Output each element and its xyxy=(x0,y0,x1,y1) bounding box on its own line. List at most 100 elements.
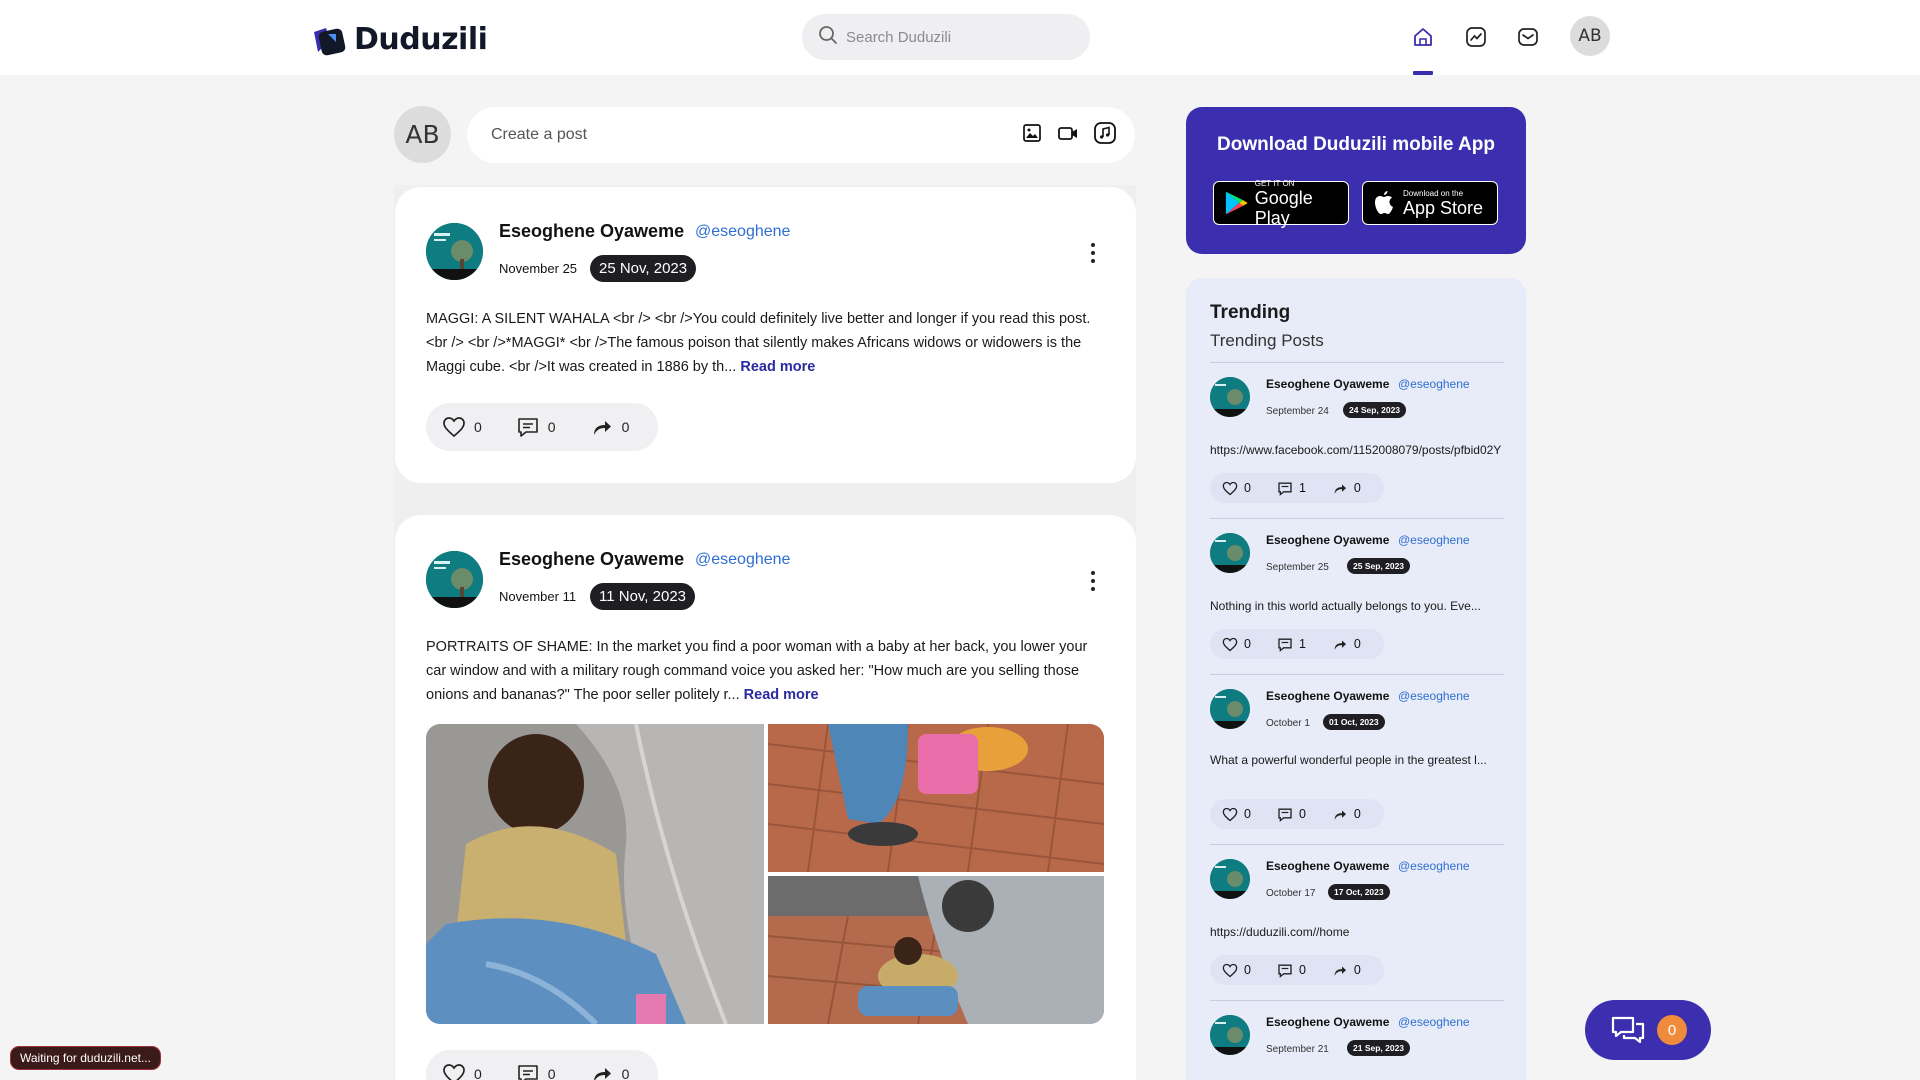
like-count: 0 xyxy=(1244,807,1251,821)
trending-post[interactable]: Eseoghene Oyaweme @eseoghene September 2… xyxy=(1210,1000,1504,1080)
author-name[interactable]: Eseoghene Oyaweme xyxy=(1266,533,1389,547)
author-avatar[interactable] xyxy=(426,223,483,280)
home-nav-icon[interactable] xyxy=(1410,24,1436,50)
date-badge: 25 Nov, 2023 xyxy=(590,255,697,282)
create-post-box[interactable]: Create a post xyxy=(467,107,1135,163)
like-count: 0 xyxy=(1244,963,1251,977)
author-name[interactable]: Eseoghene Oyaweme xyxy=(1266,859,1389,873)
author-name[interactable]: Eseoghene Oyaweme xyxy=(499,221,684,242)
comment-icon xyxy=(1278,808,1292,822)
chat-button[interactable]: 0 xyxy=(1585,1000,1711,1060)
create-post-placeholder[interactable]: Create a post xyxy=(491,126,1021,144)
comment-button[interactable]: 1 xyxy=(1277,481,1306,496)
post-menu-icon[interactable] xyxy=(1088,241,1098,265)
post-actions: 0 0 0 xyxy=(426,1050,658,1080)
like-button[interactable]: 0 xyxy=(1222,637,1251,652)
comment-button[interactable]: 0 xyxy=(516,1063,556,1080)
download-app-card: Download Duduzili mobile App GET IT ON G… xyxy=(1186,107,1526,254)
share-button[interactable]: 0 xyxy=(590,416,629,438)
google-play-button[interactable]: GET IT ON Google Play xyxy=(1213,179,1349,228)
author-handle[interactable]: @eseoghene xyxy=(1398,689,1470,703)
trending-post[interactable]: Eseoghene Oyaweme @eseoghene October 1 0… xyxy=(1210,674,1504,844)
read-more-link[interactable]: Read more xyxy=(744,687,819,703)
trending-title: Trending xyxy=(1210,302,1291,323)
post-image[interactable] xyxy=(426,724,764,1024)
post-actions: 0 1 0 xyxy=(1210,473,1384,503)
like-button[interactable]: 0 xyxy=(442,1063,482,1080)
active-nav-indicator xyxy=(1413,71,1433,75)
share-arrow-icon xyxy=(593,1068,611,1080)
comment-button[interactable]: 0 xyxy=(1277,807,1306,822)
messages-nav-icon[interactable] xyxy=(1515,24,1541,50)
post-image[interactable] xyxy=(767,724,1104,873)
logo-mark-icon xyxy=(312,24,348,56)
author-name[interactable]: Eseoghene Oyaweme xyxy=(1266,377,1389,391)
post-date: November 11 xyxy=(499,589,577,604)
like-count: 0 xyxy=(474,419,482,435)
share-button[interactable]: 0 xyxy=(590,1063,629,1080)
author-avatar[interactable] xyxy=(1210,859,1250,899)
post-image[interactable] xyxy=(767,876,1104,1024)
app-store-button[interactable]: Download on the App Store xyxy=(1362,181,1498,225)
trending-post-text: https://www.facebook.com/1152008079/post… xyxy=(1210,443,1502,457)
read-more-link[interactable]: Read more xyxy=(740,359,815,375)
post-actions: 0 0 0 xyxy=(426,403,658,451)
comment-button[interactable]: 0 xyxy=(516,416,556,438)
author-avatar[interactable] xyxy=(1210,1015,1250,1055)
image-upload-icon[interactable] xyxy=(1021,122,1043,149)
like-button[interactable]: 0 xyxy=(1222,963,1251,978)
author-handle[interactable]: @eseoghene xyxy=(1398,859,1470,873)
share-arrow-icon xyxy=(1334,640,1346,650)
author-handle[interactable]: @eseoghene xyxy=(695,223,790,241)
share-button[interactable]: 0 xyxy=(1332,637,1361,652)
like-button[interactable]: 0 xyxy=(1222,807,1251,822)
post-image-gallery[interactable] xyxy=(426,724,1104,1024)
comment-button[interactable]: 0 xyxy=(1277,963,1306,978)
video-upload-icon[interactable] xyxy=(1057,122,1079,149)
author-handle[interactable]: @eseoghene xyxy=(1398,533,1470,547)
search-bar[interactable] xyxy=(802,14,1090,60)
post-date: November 25 xyxy=(499,261,578,276)
share-arrow-icon xyxy=(593,421,611,435)
author-avatar[interactable] xyxy=(1210,689,1250,729)
user-avatar[interactable]: AB xyxy=(1570,16,1610,56)
unread-count-badge: 0 xyxy=(1657,1015,1687,1045)
author-name[interactable]: Eseoghene Oyaweme xyxy=(1266,689,1389,703)
date-badge: 11 Nov, 2023 xyxy=(590,583,696,610)
author-handle[interactable]: @eseoghene xyxy=(1398,1015,1470,1029)
chat-bubbles-icon xyxy=(1611,1016,1645,1044)
audio-upload-icon[interactable] xyxy=(1093,121,1117,150)
comment-icon xyxy=(517,1065,538,1080)
share-arrow-icon xyxy=(1334,810,1346,820)
author-avatar[interactable] xyxy=(426,551,483,608)
author-name[interactable]: Eseoghene Oyaweme xyxy=(499,549,684,570)
author-avatar[interactable] xyxy=(1210,377,1250,417)
share-button[interactable]: 0 xyxy=(1332,481,1361,496)
top-header: Duduzili AB xyxy=(0,0,1920,75)
share-button[interactable]: 0 xyxy=(1332,963,1361,978)
trending-subtitle: Trending Posts xyxy=(1210,331,1324,350)
search-input[interactable] xyxy=(846,28,1066,46)
trending-post[interactable]: Eseoghene Oyaweme @eseoghene September 2… xyxy=(1210,362,1504,518)
author-handle[interactable]: @eseoghene xyxy=(1398,377,1470,391)
browser-status-bar: Waiting for duduzili.net... xyxy=(10,1046,161,1070)
share-button[interactable]: 0 xyxy=(1332,807,1361,822)
feed-post: Eseoghene Oyaweme @eseoghene November 25… xyxy=(395,187,1136,483)
trending-nav-icon[interactable] xyxy=(1463,24,1489,50)
date-badge: 24 Sep, 2023 xyxy=(1343,402,1407,418)
author-name[interactable]: Eseoghene Oyaweme xyxy=(1266,1015,1389,1029)
like-count: 0 xyxy=(1244,637,1251,651)
author-handle[interactable]: @eseoghene xyxy=(695,551,790,569)
like-button[interactable]: 0 xyxy=(1222,481,1251,496)
like-button[interactable]: 0 xyxy=(442,416,482,438)
trending-post[interactable]: Eseoghene Oyaweme @eseoghene September 2… xyxy=(1210,518,1504,674)
duduzili-logo[interactable]: Duduzili xyxy=(312,22,488,57)
post-body: PORTRAITS OF SHAME: In the market you fi… xyxy=(426,635,1106,707)
author-avatar[interactable] xyxy=(1210,533,1250,573)
comment-button[interactable]: 1 xyxy=(1277,637,1306,652)
post-menu-icon[interactable] xyxy=(1088,569,1098,593)
trending-post[interactable]: Eseoghene Oyaweme @eseoghene October 17 … xyxy=(1210,844,1504,1000)
post-actions: 0 0 0 xyxy=(1210,955,1384,985)
date-badge: 01 Oct, 2023 xyxy=(1323,714,1385,730)
comment-icon xyxy=(1278,964,1292,978)
